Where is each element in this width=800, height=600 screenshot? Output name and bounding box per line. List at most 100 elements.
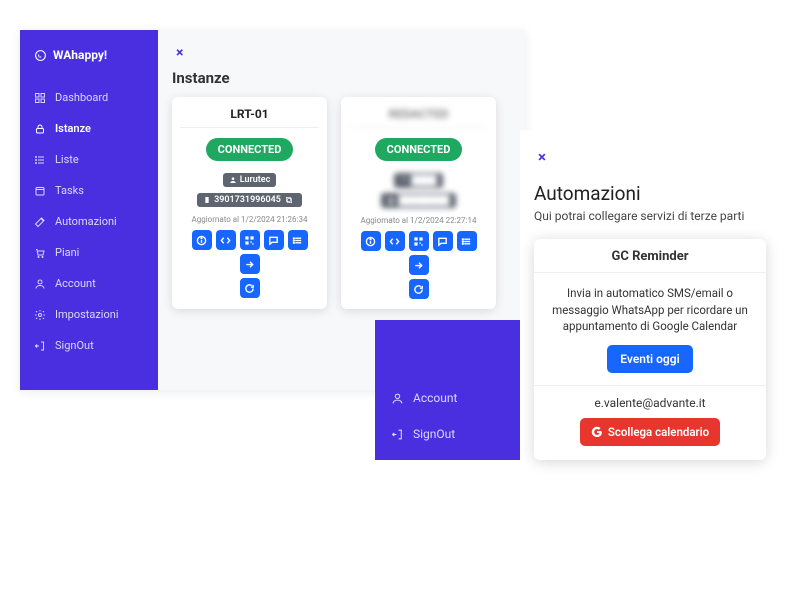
sidebar-item-liste[interactable]: Liste <box>20 144 158 175</box>
code-icon <box>389 236 400 247</box>
automazioni-panel: × Automazioni Qui potrai collegare servi… <box>520 130 780 480</box>
sidebar-item-label: SignOut <box>55 339 94 352</box>
eventi-oggi-button[interactable]: Eventi oggi <box>607 345 692 373</box>
signout-icon <box>34 340 46 352</box>
qr-button[interactable] <box>409 231 429 251</box>
action-row-2 <box>180 278 319 298</box>
info-icon <box>365 236 376 247</box>
cart-icon <box>34 247 46 259</box>
chat-button[interactable] <box>433 231 453 251</box>
user-icon <box>400 176 408 184</box>
owner-label: ████ <box>411 175 437 186</box>
list-icon <box>461 236 472 247</box>
sidebar-item-label: Impostazioni <box>55 308 119 321</box>
code-icon <box>220 235 231 246</box>
phone-label: 3901731996045 <box>214 195 281 205</box>
info-button[interactable] <box>361 231 381 251</box>
instance-card: REDACTED CONNECTED ████ ████████ Aggiorn… <box>341 97 496 309</box>
chat-icon <box>437 236 448 247</box>
qr-button[interactable] <box>240 230 260 250</box>
sidebar-item-label: Istanze <box>55 122 91 135</box>
close-icon[interactable]: × <box>534 146 550 168</box>
refresh-button[interactable] <box>409 279 429 299</box>
page-title: Instanze <box>172 69 511 87</box>
action-row <box>349 231 488 275</box>
linked-email: e.valente@advante.it <box>534 386 766 416</box>
sidebar-item-dashboard[interactable]: Dashboard <box>20 82 158 113</box>
action-row-2 <box>349 279 488 299</box>
sidebar-item-signout[interactable]: SignOut <box>375 416 525 452</box>
sidebar-item-istanze[interactable]: Istanze <box>20 113 158 144</box>
sidebar-item-impostazioni[interactable]: Impostazioni <box>20 299 158 330</box>
lock-icon <box>34 123 46 135</box>
brand: WAhappy! <box>20 48 158 82</box>
sidebar-item-tasks[interactable]: Tasks <box>20 175 158 206</box>
user-icon <box>34 278 46 290</box>
owner-chip-redacted: ████ <box>394 173 443 188</box>
sidebar-item-label: Account <box>413 391 457 405</box>
phone-label: ████████ <box>398 195 449 206</box>
owner-chip: Lurutec <box>223 173 277 187</box>
refresh-icon <box>413 284 424 295</box>
copy-icon <box>285 196 293 204</box>
chat-button[interactable] <box>264 230 284 250</box>
gc-reminder-card: GC Reminder Invia in automatico SMS/emai… <box>534 239 766 460</box>
sidebar-item-label: Account <box>55 277 96 290</box>
list-button[interactable] <box>457 231 477 251</box>
signout-icon <box>391 428 404 441</box>
list-button[interactable] <box>288 230 308 250</box>
code-button[interactable] <box>216 230 236 250</box>
brand-label: WAhappy! <box>53 48 107 62</box>
user-icon <box>229 176 237 184</box>
forward-icon <box>413 260 424 271</box>
phone-icon <box>203 196 211 204</box>
instance-name: LRT-01 <box>180 107 319 128</box>
qr-icon <box>413 236 424 247</box>
sidebar-item-piani[interactable]: Piani <box>20 237 158 268</box>
instance-card: LRT-01 CONNECTED Lurutec 3901731996045 A… <box>172 97 327 309</box>
gear-icon <box>34 309 46 321</box>
dashboard-icon <box>34 92 46 104</box>
list-icon <box>292 235 303 246</box>
phone-icon <box>387 197 395 205</box>
forward-icon <box>244 259 255 270</box>
phone-chip[interactable]: 3901731996045 <box>197 193 302 207</box>
calendar-icon <box>34 185 46 197</box>
card-description: Invia in automatico SMS/email o messaggi… <box>534 273 766 345</box>
automazioni-subtitle: Qui potrai collegare servizi di terze pa… <box>534 209 766 223</box>
disconnect-label: Scollega calendario <box>608 425 709 439</box>
sidebar: WAhappy! Dashboard Istanze Liste Tasks A… <box>20 30 158 390</box>
status-badge: CONNECTED <box>206 138 294 161</box>
refresh-button[interactable] <box>240 278 260 298</box>
sidebar-item-label: Liste <box>55 153 79 166</box>
info-icon <box>196 235 207 246</box>
wand-icon <box>34 216 46 228</box>
scollega-calendario-button[interactable]: Scollega calendario <box>580 418 720 446</box>
code-button[interactable] <box>385 231 405 251</box>
sidebar-item-automazioni[interactable]: Automazioni <box>20 206 158 237</box>
user-icon <box>391 392 404 405</box>
status-badge: CONNECTED <box>375 138 463 161</box>
updated-text: Aggiornato al 1/2/2024 21:26:34 <box>180 215 319 224</box>
list-icon <box>34 154 46 166</box>
sidebar-item-account[interactable]: Account <box>375 380 525 416</box>
action-row <box>180 230 319 274</box>
sidebar-item-account[interactable]: Account <box>20 268 158 299</box>
info-button[interactable] <box>192 230 212 250</box>
qr-icon <box>244 235 255 246</box>
sidebar-item-label: Piani <box>55 246 79 259</box>
secondary-sidebar-fragment: Account SignOut <box>375 320 525 460</box>
sidebar-item-signout[interactable]: SignOut <box>20 330 158 361</box>
close-icon[interactable]: × <box>172 43 187 63</box>
whatsapp-icon <box>34 49 47 62</box>
refresh-icon <box>244 283 255 294</box>
google-icon <box>591 426 603 438</box>
chat-icon <box>268 235 279 246</box>
card-title: GC Reminder <box>534 239 766 273</box>
forward-button[interactable] <box>240 254 260 274</box>
updated-text: Aggiornato al 1/2/2024 22:27:14 <box>349 216 488 225</box>
instance-cards: LRT-01 CONNECTED Lurutec 3901731996045 A… <box>172 97 511 309</box>
forward-button[interactable] <box>409 255 429 275</box>
owner-label: Lurutec <box>240 175 271 185</box>
instance-name-redacted: REDACTED <box>349 107 488 128</box>
